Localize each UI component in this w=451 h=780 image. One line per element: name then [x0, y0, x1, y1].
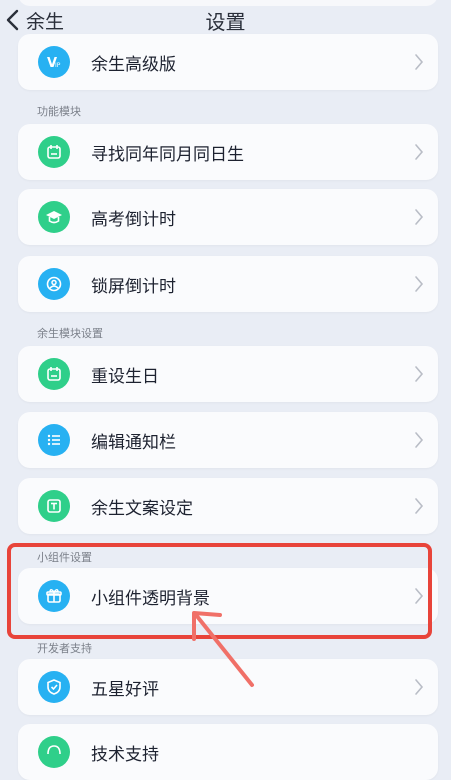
headset-icon	[38, 736, 70, 768]
premium-label: 余生高级版	[91, 55, 176, 75]
section-yusheng-settings: 余生模块设置	[37, 327, 103, 340]
premium-item[interactable]: V IP 余生高级版	[18, 34, 438, 90]
chevron-right-icon	[415, 54, 424, 70]
chevron-right-icon	[415, 498, 424, 514]
calendar-icon	[38, 136, 70, 168]
reset-birthday-label: 重设生日	[91, 367, 159, 387]
section-developer-support: 开发者支持	[37, 642, 92, 655]
gaokao-countdown-item[interactable]: 高考倒计时	[18, 189, 438, 245]
lockscreen-icon	[38, 268, 70, 300]
page-title: 设置	[205, 10, 246, 34]
reset-birthday-item[interactable]: 重设生日	[18, 346, 438, 402]
tech-support-item[interactable]: 技术支持	[18, 724, 438, 780]
lockscreen-countdown-item[interactable]: 锁屏倒计时	[18, 256, 438, 312]
copywriting-item[interactable]: 余生文案设定	[18, 478, 438, 534]
gaokao-countdown-label: 高考倒计时	[91, 210, 176, 230]
copywriting-label: 余生文案设定	[91, 499, 193, 519]
text-icon	[38, 490, 70, 522]
arrow-annotation-icon	[192, 611, 254, 687]
svg-text:IP: IP	[55, 62, 61, 69]
chevron-right-icon	[415, 679, 424, 695]
five-star-label: 五星好评	[91, 680, 159, 700]
chevron-right-icon	[415, 209, 424, 225]
find-same-birthday-label: 寻找同年同月同日生	[91, 145, 244, 165]
chevron-right-icon	[415, 276, 424, 292]
graduation-cap-icon	[38, 201, 70, 233]
chevron-right-icon	[415, 432, 424, 448]
chevron-right-icon	[415, 144, 424, 160]
edit-notification-label: 编辑通知栏	[91, 433, 176, 453]
find-same-birthday-item[interactable]: 寻找同年同月同日生	[18, 124, 438, 180]
section-features: 功能模块	[37, 105, 81, 118]
list-icon	[38, 424, 70, 456]
vip-icon: V IP	[38, 46, 70, 78]
lockscreen-countdown-label: 锁屏倒计时	[91, 277, 176, 297]
shield-icon	[38, 671, 70, 703]
chevron-right-icon	[415, 366, 424, 382]
calendar-icon	[38, 358, 70, 390]
edit-notification-item[interactable]: 编辑通知栏	[18, 412, 438, 468]
